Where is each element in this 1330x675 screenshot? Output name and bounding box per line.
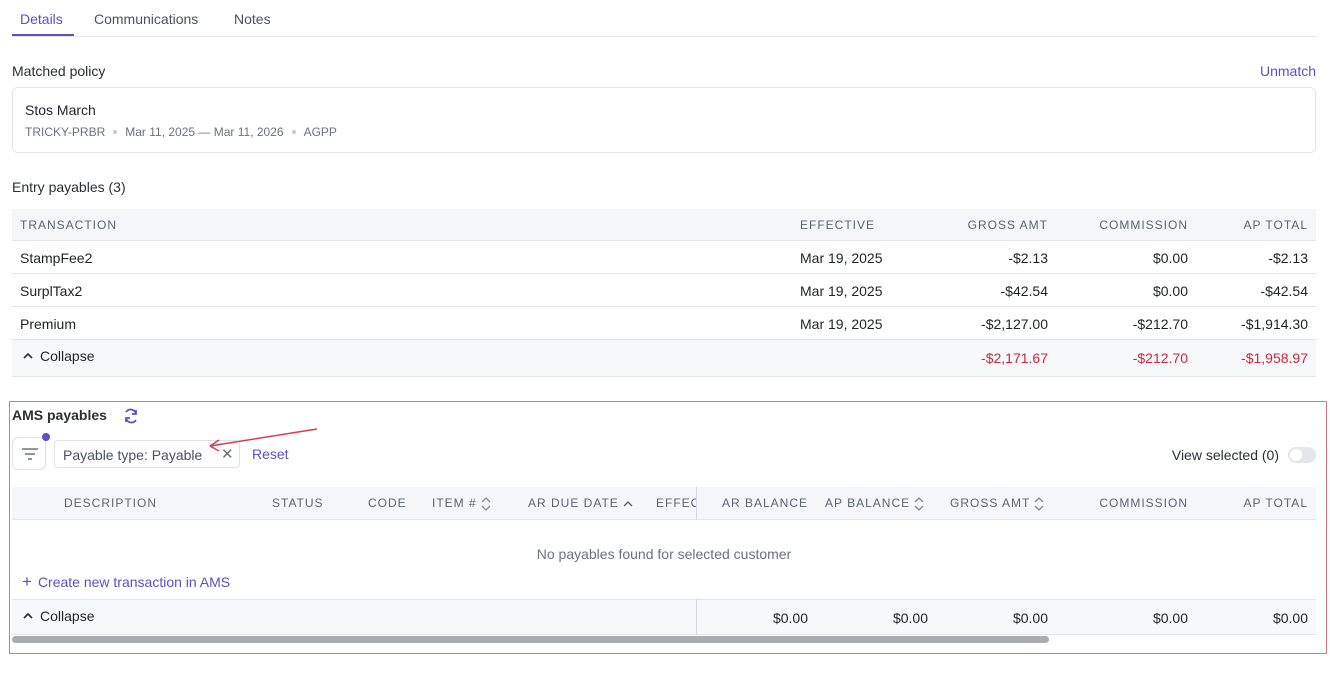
policy-code: TRICKY-PRBR (25, 125, 106, 139)
row-ap-total: -$1,914.30 (1241, 316, 1308, 332)
col-gross-amt: GROSS AMT (967, 218, 1048, 232)
col-ar-due-date-label: AR DUE DATE (528, 496, 619, 510)
total-gross: -$2,171.67 (981, 350, 1048, 366)
row-gross: -$2,127.00 (981, 316, 1048, 332)
collapse-toggle[interactable]: Collapse (20, 608, 94, 624)
row-gross: -$42.54 (1000, 283, 1048, 299)
col-commission: COMMISSION (1099, 218, 1188, 232)
row-effective: Mar 19, 2025 (800, 316, 883, 332)
total-ap-total: $0.00 (1272, 610, 1308, 626)
policy-meta: TRICKY-PRBR Mar 11, 2025 — Mar 11, 2026 … (25, 125, 337, 139)
total-ap-total: -$1,958.97 (1241, 350, 1308, 366)
col-ap-balance-label: AP BALANCE (825, 496, 911, 510)
collapse-label: Collapse (40, 608, 95, 624)
active-filter-indicator (42, 433, 50, 441)
col-ap-total: AP TOTAL (1243, 218, 1308, 232)
col-code[interactable]: CODE (368, 496, 407, 510)
plus-icon: + (22, 572, 32, 591)
col-ar-balance[interactable]: AR BALANCE (722, 496, 808, 510)
row-transaction: Premium (20, 316, 77, 332)
total-ar-balance: $0.00 (772, 610, 808, 626)
table-row[interactable]: Premium Mar 19, 2025 -$2,127.00 -$212.70… (12, 307, 1316, 340)
table-row[interactable]: StampFee2 Mar 19, 2025 -$2.13 $0.00 -$2.… (12, 241, 1316, 274)
empty-state-message: No payables found for selected customer (536, 546, 792, 562)
filter-chip[interactable]: Payable type: Payable ✕ (54, 440, 240, 468)
col-gross-amt-label: GROSS AMT (950, 496, 1031, 510)
col-item-label: ITEM # (432, 496, 477, 510)
separator-dot (113, 130, 118, 134)
view-selected-toggle[interactable] (1288, 447, 1316, 463)
tab-communications[interactable]: Communications (94, 11, 198, 27)
filter-chip-label: Payable type: Payable (63, 447, 203, 463)
chevron-up-icon (23, 353, 33, 359)
total-ap-balance: $0.00 (892, 610, 928, 626)
matched-policy-title: Matched policy (12, 63, 106, 79)
active-tab-indicator (12, 34, 74, 36)
row-transaction: StampFee2 (20, 250, 93, 266)
close-icon[interactable]: ✕ (221, 445, 234, 463)
tab-bar: Details Communications Notes (12, 0, 1316, 37)
row-ap-total: -$42.54 (1260, 283, 1308, 299)
col-item-number[interactable]: ITEM # (432, 496, 491, 511)
sticky-column-divider (696, 599, 697, 635)
row-effective: Mar 19, 2025 (800, 250, 883, 266)
sort-icon (481, 496, 491, 511)
ams-payables-title: AMS payables (12, 407, 107, 423)
chevron-up-icon (23, 613, 33, 619)
horizontal-scrollbar[interactable] (12, 636, 1316, 644)
unmatch-link[interactable]: Unmatch (1260, 63, 1316, 79)
total-gross-amt: $0.00 (1012, 610, 1048, 626)
filter-icon (22, 448, 38, 460)
ams-payables-totals-row: Collapse $0.00 $0.00 $0.00 $0.00 $0.00 (12, 599, 1316, 635)
total-commission: $0.00 (1152, 610, 1188, 626)
policy-carrier: AGPP (303, 125, 337, 139)
policy-dates: Mar 11, 2025 — Mar 11, 2026 (125, 125, 284, 139)
entry-payables-header: TRANSACTION EFFECTIVE GROSS AMT COMMISSI… (12, 209, 1316, 241)
col-commission[interactable]: COMMISSION (1099, 496, 1188, 510)
ams-payables-header: DESCRIPTION STATUS CODE ITEM # AR DUE DA… (12, 487, 1316, 520)
col-effective: EFFECTIVE (800, 218, 876, 232)
entry-payables-title: Entry payables (3) (12, 179, 126, 195)
collapse-toggle[interactable]: Collapse (20, 348, 94, 364)
row-transaction: SurplTax2 (20, 283, 83, 299)
col-status[interactable]: STATUS (272, 496, 324, 510)
separator-dot (291, 130, 296, 134)
col-ap-balance[interactable]: AP BALANCE (825, 496, 924, 511)
filter-button[interactable] (12, 437, 46, 470)
sticky-column-divider (696, 487, 697, 520)
sort-icon (1034, 496, 1044, 511)
entry-payables-totals-row: Collapse -$2,171.67 -$212.70 -$1,958.97 (12, 340, 1316, 377)
col-ap-total[interactable]: AP TOTAL (1244, 496, 1308, 510)
sort-icon (914, 496, 924, 511)
total-commission: -$212.70 (1132, 350, 1188, 366)
col-effective[interactable]: EFFEC (656, 496, 696, 510)
table-row[interactable]: SurplTax2 Mar 19, 2025 -$42.54 $0.00 -$4… (12, 274, 1316, 307)
col-ar-due-date[interactable]: AR DUE DATE (528, 496, 633, 510)
col-gross-amt[interactable]: GROSS AMT (950, 496, 1044, 511)
row-commission: $0.00 (1152, 250, 1188, 266)
row-effective: Mar 19, 2025 (800, 283, 883, 299)
view-selected-label: View selected (0) (1171, 447, 1279, 463)
tab-notes[interactable]: Notes (234, 11, 271, 27)
reset-link[interactable]: Reset (252, 446, 289, 462)
collapse-label: Collapse (40, 348, 95, 364)
row-commission: -$212.70 (1132, 316, 1188, 332)
col-transaction: TRANSACTION (20, 218, 118, 232)
refresh-icon[interactable] (122, 407, 140, 425)
row-gross: -$2.13 (1008, 250, 1048, 266)
toggle-knob (1290, 449, 1302, 461)
sort-ascending-icon (623, 500, 633, 507)
col-description[interactable]: DESCRIPTION (64, 496, 157, 510)
create-transaction-label: Create new transaction in AMS (37, 574, 231, 590)
row-ap-total: -$2.13 (1268, 250, 1308, 266)
create-transaction-link[interactable]: + Create new transaction in AMS (22, 572, 230, 592)
tab-details[interactable]: Details (20, 11, 63, 27)
policy-name: Stos March (25, 102, 96, 118)
policy-card: Stos March TRICKY-PRBR Mar 11, 2025 — Ma… (12, 87, 1316, 153)
scrollbar-thumb[interactable] (12, 636, 1049, 643)
row-commission: $0.00 (1152, 283, 1188, 299)
